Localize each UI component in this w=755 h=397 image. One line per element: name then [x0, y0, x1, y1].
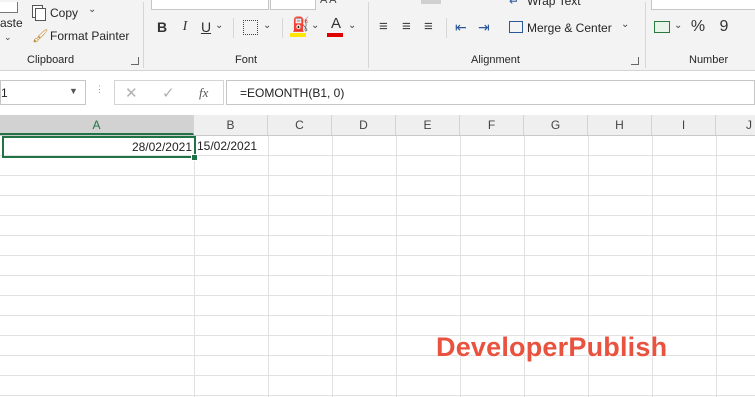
- column-header-a[interactable]: A: [0, 115, 194, 135]
- separator: [645, 2, 646, 68]
- number-group-label: Number: [689, 54, 729, 66]
- accounting-dropdown-icon[interactable]: ⌄: [674, 20, 682, 31]
- formula-bar-grip-icon[interactable]: ⋮: [95, 85, 104, 94]
- accounting-format-icon[interactable]: [654, 21, 670, 33]
- bold-button[interactable]: B: [155, 19, 169, 35]
- number-format-box[interactable]: [651, 0, 755, 10]
- alignment-launcher-icon[interactable]: [631, 57, 639, 65]
- wrap-text-button[interactable]: ↵ Wrap Text: [507, 0, 627, 8]
- enter-icon[interactable]: ✓: [162, 84, 175, 102]
- paste-dropdown-icon: ⌄: [4, 32, 12, 42]
- fill-color-bar: [290, 33, 306, 37]
- format-painter-icon: 🖌: [32, 28, 49, 43]
- merge-center-dropdown-icon: ⌄: [621, 19, 630, 30]
- font-color-dropdown-icon[interactable]: ⌄: [348, 20, 356, 31]
- cancel-icon[interactable]: ✕: [125, 84, 138, 102]
- borders-dropdown-icon[interactable]: ⌄: [263, 20, 271, 31]
- cell-b1-value: 15/02/2021: [197, 139, 258, 153]
- font-color-button[interactable]: A: [329, 16, 343, 32]
- name-box-dropdown-icon[interactable]: ▼: [69, 86, 78, 96]
- paste-button[interactable]: aste ⌄: [0, 2, 24, 42]
- paste-icon: [0, 2, 18, 13]
- ribbon: aste ⌄ Copy ⌄ 🖌 Format Painter Clipboard…: [0, 0, 755, 71]
- clipboard-launcher-icon[interactable]: [131, 57, 139, 65]
- borders-icon[interactable]: [243, 20, 258, 35]
- align-left-icon[interactable]: ≡: [379, 19, 388, 35]
- wrap-text-label: Wrap Text: [527, 0, 581, 8]
- cell-a1-value: 28/02/2021: [131, 140, 192, 154]
- font-size-box[interactable]: [270, 0, 316, 10]
- separator: [282, 18, 283, 38]
- formula-bar: 1 ▼ ⋮ ✕ ✓ fx =EOMONTH(B1, 0): [0, 78, 755, 108]
- formula-input[interactable]: =EOMONTH(B1, 0): [226, 80, 755, 105]
- formula-text: =EOMONTH(B1, 0): [240, 86, 345, 100]
- increase-indent-icon[interactable]: ⇥: [478, 19, 490, 35]
- merge-center-label: Merge & Center: [527, 21, 612, 35]
- name-box[interactable]: 1 ▼: [0, 80, 86, 105]
- decrease-indent-icon[interactable]: ⇤: [455, 19, 467, 35]
- format-painter-button[interactable]: 🖌 Format Painter: [30, 27, 140, 45]
- font-group-label: Font: [235, 54, 258, 66]
- column-header-g[interactable]: G: [524, 115, 588, 135]
- underline-dropdown-icon[interactable]: ⌄: [215, 20, 223, 31]
- fill-color-icon[interactable]: ⛽: [292, 16, 309, 33]
- column-header-i[interactable]: I: [652, 115, 716, 135]
- alignment-group-label: Alignment: [471, 54, 520, 66]
- percent-style-button[interactable]: %: [690, 19, 706, 35]
- name-box-value: 1: [1, 86, 8, 100]
- separator: [233, 18, 234, 38]
- comma-style-button[interactable]: 9: [716, 19, 732, 35]
- font-color-bar: [327, 33, 343, 37]
- cell-b1[interactable]: 15/02/2021: [195, 137, 268, 155]
- insert-function-icon[interactable]: fx: [199, 85, 208, 101]
- column-header-c[interactable]: C: [268, 115, 332, 135]
- separator: [446, 18, 447, 38]
- watermark: DeveloperPublish: [436, 332, 668, 362]
- copy-button[interactable]: Copy ⌄: [30, 4, 100, 22]
- separator: [143, 2, 144, 68]
- column-header-b[interactable]: B: [194, 115, 268, 135]
- column-header-e[interactable]: E: [396, 115, 460, 135]
- column-header-d[interactable]: D: [332, 115, 396, 135]
- italic-button[interactable]: I: [178, 19, 192, 35]
- column-header-j[interactable]: J: [716, 115, 755, 135]
- underline-button[interactable]: U: [199, 19, 213, 35]
- separator: [368, 2, 369, 68]
- orientation-icon[interactable]: [421, 0, 441, 4]
- merge-center-icon: [509, 21, 523, 33]
- copy-dropdown-icon: ⌄: [88, 4, 97, 15]
- align-right-icon[interactable]: ≡: [424, 19, 433, 35]
- paste-label: aste: [0, 16, 23, 30]
- align-center-icon[interactable]: ≡: [402, 19, 411, 35]
- column-header-row: A B C D E F G H I J: [0, 115, 755, 136]
- formula-buttons: ✕ ✓ fx: [114, 80, 224, 105]
- clipboard-group-label: Clipboard: [27, 54, 75, 66]
- grow-font-icon[interactable]: A A: [320, 0, 337, 6]
- fill-handle[interactable]: [191, 154, 198, 161]
- copy-label: Copy: [50, 6, 79, 20]
- wrap-text-icon: ↵: [509, 0, 520, 8]
- cell-a1[interactable]: 28/02/2021: [2, 136, 196, 158]
- column-header-f[interactable]: F: [460, 115, 524, 135]
- column-header-h[interactable]: H: [588, 115, 652, 135]
- font-name-box[interactable]: [151, 0, 269, 10]
- format-painter-label: Format Painter: [50, 29, 130, 43]
- fill-color-dropdown-icon[interactable]: ⌄: [311, 20, 319, 31]
- merge-center-button[interactable]: Merge & Center ⌄: [507, 19, 633, 37]
